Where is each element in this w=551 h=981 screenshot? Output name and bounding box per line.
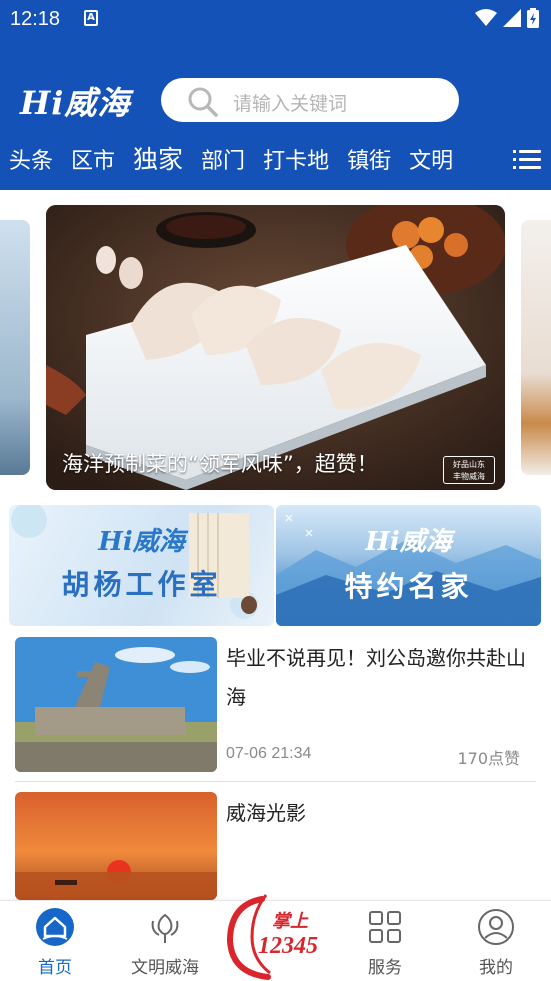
search-bar[interactable]: 请输入关键词	[161, 78, 459, 122]
status-time: 12:18	[10, 8, 61, 30]
search-icon	[188, 87, 218, 117]
promo-logo: Hi威海	[98, 527, 185, 557]
hotline-12345-button[interactable]: 掌上 12345	[222, 893, 326, 981]
promo-title: 特约名家	[344, 570, 473, 603]
channel-tabs: 头条 区市 独家 部门 打卡地 镇街 文明	[9, 140, 489, 180]
status-bar: 12:18 A	[0, 0, 551, 40]
news-title: 威海光影	[226, 801, 306, 825]
hotline-line2: 12345	[258, 933, 318, 959]
monument-image	[15, 637, 217, 772]
carousel-prev-slide[interactable]	[0, 220, 30, 475]
channel-menu-icon[interactable]	[513, 148, 541, 172]
sunset-image	[15, 792, 217, 900]
channel-tab[interactable]: 区市	[71, 142, 115, 180]
news-item[interactable]: 毕业不说再见！刘公岛邀你共赴山海 07-06 21:34 170点赞	[15, 637, 536, 777]
channel-tab[interactable]: 头条	[9, 142, 53, 180]
status-icons	[475, 8, 539, 28]
hotline-line1: 掌上	[272, 911, 308, 932]
promo-logo: Hi威海	[365, 527, 452, 557]
news-likes: 170点赞	[457, 749, 520, 768]
tab-label: 我的	[479, 958, 513, 978]
tab-mine[interactable]: 我的	[441, 901, 551, 981]
flower-icon	[151, 913, 179, 943]
banner-caption: 海洋预制菜的“领军风味”，超赞！	[62, 452, 378, 476]
app-logo: Hi威海	[20, 84, 131, 122]
news-time: 07-06 21:34	[226, 745, 312, 762]
channel-tab[interactable]: 打卡地	[263, 142, 329, 180]
carousel-next-slide[interactable]	[521, 220, 551, 475]
news-thumbnail	[15, 792, 217, 900]
news-item[interactable]: 威海光影	[15, 792, 536, 902]
news-title: 毕业不说再见！刘公岛邀你共赴山海	[226, 646, 526, 709]
tab-label: 首页	[38, 958, 72, 978]
carousel-banner[interactable]: 海洋预制菜的“领军风味”，超赞！ 好品山东 丰物威海	[46, 205, 505, 490]
person-icon	[478, 909, 514, 945]
cell-signal-icon	[503, 9, 521, 27]
channel-tab[interactable]: 文明	[409, 142, 453, 180]
channel-tab[interactable]: 独家	[133, 140, 183, 180]
channel-nav: 头条 区市 独家 部门 打卡地 镇街 文明	[0, 140, 551, 180]
wifi-icon	[475, 9, 497, 26]
app-header: 12:18 A Hi威海 请输入关键词 头条 区市 独家 部门 打卡地 镇街 文明	[0, 0, 551, 190]
channel-tab[interactable]: 部门	[201, 142, 245, 180]
tab-services[interactable]: 服务	[330, 901, 440, 981]
promo-card-huyang-studio[interactable]: Hi威海 胡杨工作室	[9, 505, 274, 626]
tab-home[interactable]: 首页	[0, 901, 110, 981]
brand-stamp: 好品山东 丰物威海	[443, 456, 495, 484]
battery-icon	[527, 8, 539, 28]
promo-title: 胡杨工作室	[61, 568, 222, 601]
tab-civilization[interactable]: 文明威海	[110, 901, 220, 981]
stamp-line1: 好品山东	[453, 460, 485, 469]
notification-icon: A	[84, 10, 98, 26]
search-placeholder: 请输入关键词	[233, 93, 348, 115]
grid-icon	[369, 911, 401, 943]
tab-label: 服务	[368, 958, 402, 978]
tab-label: 文明威海	[131, 958, 199, 978]
news-divider	[15, 781, 536, 782]
stamp-line2: 丰物威海	[453, 472, 485, 481]
channel-tab[interactable]: 镇街	[347, 142, 391, 180]
promo-card-guest-writers[interactable]: Hi威海 特约名家	[276, 505, 541, 626]
home-icon	[36, 908, 74, 946]
news-thumbnail	[15, 637, 217, 772]
